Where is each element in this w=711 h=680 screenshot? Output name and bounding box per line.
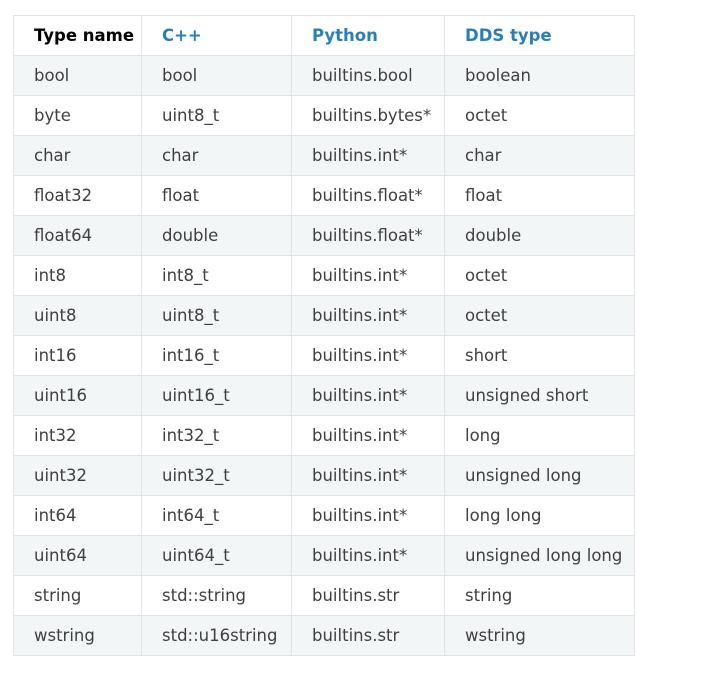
- cell-cpp: float: [141, 175, 292, 216]
- cell-dds-type: octet: [444, 255, 635, 296]
- cell-dds-type: octet: [444, 295, 635, 336]
- cell-python: builtins.int*: [291, 335, 445, 376]
- cell-python: builtins.str: [291, 575, 445, 616]
- cell-python: builtins.bool: [291, 55, 445, 96]
- cell-type-name: int16: [13, 335, 142, 376]
- table-row: uint16 uint16_t builtins.int* unsigned shor…: [13, 375, 635, 416]
- cell-type-name: float64: [13, 215, 142, 256]
- type-mapping-table: Type name C++ Python DDS type bool bool bu…: [13, 15, 635, 656]
- table-row: uint64 uint64_t builtins.int* unsigned long…: [13, 535, 635, 576]
- cell-cpp: uint16_t: [141, 375, 292, 416]
- cell-dds-type: long long: [444, 495, 635, 536]
- table-row: float32 float builtins.float* float: [13, 175, 635, 216]
- table-row: byte uint8_t builtins.bytes* octet: [13, 95, 635, 136]
- cell-type-name: uint64: [13, 535, 142, 576]
- cell-cpp: char: [141, 135, 292, 176]
- cell-cpp: uint32_t: [141, 455, 292, 496]
- cell-python: builtins.bytes*: [291, 95, 445, 136]
- cell-python: builtins.int*: [291, 455, 445, 496]
- cell-dds-type: boolean: [444, 55, 635, 96]
- header-type-name: Type name: [13, 15, 142, 56]
- table-body: bool bool builtins.bool boolean byte uint8_t b…: [13, 55, 635, 656]
- cell-cpp: std::u16string: [141, 615, 292, 656]
- cell-cpp: int32_t: [141, 415, 292, 456]
- cell-type-name: uint16: [13, 375, 142, 416]
- cell-type-name: int32: [13, 415, 142, 456]
- cell-dds-type: unsigned long: [444, 455, 635, 496]
- cell-type-name: string: [13, 575, 142, 616]
- cell-python: builtins.int*: [291, 375, 445, 416]
- cell-dds-type: float: [444, 175, 635, 216]
- table-row: uint32 uint32_t builtins.int* unsigned long: [13, 455, 635, 496]
- cell-dds-type: long: [444, 415, 635, 456]
- table-row: wstring std::u16string builtins.str wstring: [13, 615, 635, 656]
- cell-cpp: uint64_t: [141, 535, 292, 576]
- cell-type-name: float32: [13, 175, 142, 216]
- header-cpp: C++: [141, 15, 292, 56]
- cell-dds-type: wstring: [444, 615, 635, 656]
- cell-dds-type: unsigned long long: [444, 535, 635, 576]
- table-row: int64 int64_t builtins.int* long long: [13, 495, 635, 536]
- cell-python: builtins.str: [291, 615, 445, 656]
- table-row: int8 int8_t builtins.int* octet: [13, 255, 635, 296]
- cell-dds-type: short: [444, 335, 635, 376]
- cell-python: builtins.float*: [291, 215, 445, 256]
- table-row: float64 double builtins.float* double: [13, 215, 635, 256]
- cell-type-name: bool: [13, 55, 142, 96]
- cell-dds-type: unsigned short: [444, 375, 635, 416]
- cell-dds-type: string: [444, 575, 635, 616]
- cell-cpp: uint8_t: [141, 295, 292, 336]
- cell-python: builtins.int*: [291, 535, 445, 576]
- cell-dds-type: double: [444, 215, 635, 256]
- cell-python: builtins.int*: [291, 135, 445, 176]
- cell-type-name: int64: [13, 495, 142, 536]
- cell-python: builtins.int*: [291, 495, 445, 536]
- cell-type-name: uint32: [13, 455, 142, 496]
- cell-cpp: int16_t: [141, 335, 292, 376]
- cell-dds-type: octet: [444, 95, 635, 136]
- cell-python: builtins.int*: [291, 415, 445, 456]
- cell-python: builtins.int*: [291, 295, 445, 336]
- header-dds-type: DDS type: [444, 15, 635, 56]
- cell-type-name: wstring: [13, 615, 142, 656]
- cell-cpp: int8_t: [141, 255, 292, 296]
- table-row: bool bool builtins.bool boolean: [13, 55, 635, 96]
- cell-type-name: uint8: [13, 295, 142, 336]
- cell-dds-type: char: [444, 135, 635, 176]
- cell-cpp: uint8_t: [141, 95, 292, 136]
- cell-cpp: int64_t: [141, 495, 292, 536]
- cell-cpp: std::string: [141, 575, 292, 616]
- table-row: string std::string builtins.str string: [13, 575, 635, 616]
- table-row: char char builtins.int* char: [13, 135, 635, 176]
- cell-python: builtins.int*: [291, 255, 445, 296]
- table-row: uint8 uint8_t builtins.int* octet: [13, 295, 635, 336]
- cell-type-name: char: [13, 135, 142, 176]
- cell-type-name: int8: [13, 255, 142, 296]
- type-mapping-table-container: Type name C++ Python DDS type bool bool bu…: [13, 15, 635, 656]
- cell-cpp: bool: [141, 55, 292, 96]
- cell-cpp: double: [141, 215, 292, 256]
- cell-python: builtins.float*: [291, 175, 445, 216]
- header-python: Python: [291, 15, 445, 56]
- table-row: int16 int16_t builtins.int* short: [13, 335, 635, 376]
- table-header-row: Type name C++ Python DDS type: [13, 15, 635, 56]
- cell-type-name: byte: [13, 95, 142, 136]
- table-row: int32 int32_t builtins.int* long: [13, 415, 635, 456]
